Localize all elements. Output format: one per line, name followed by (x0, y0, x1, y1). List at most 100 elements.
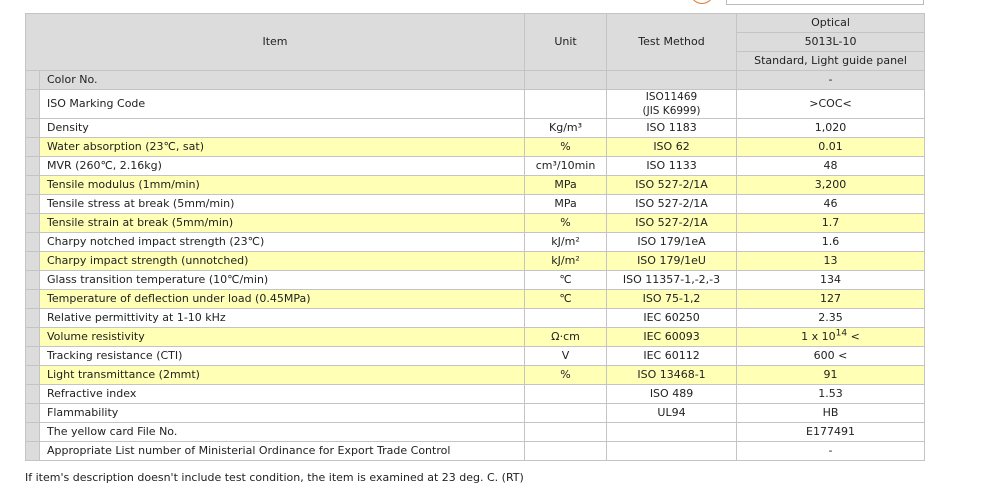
cell-unit: V (524, 346, 608, 366)
row-gutter (25, 251, 40, 271)
cell-test-method: UL94 (606, 403, 738, 423)
cell-test-method (606, 441, 738, 461)
table-row: Color No. - (25, 70, 926, 90)
cell-unit (524, 70, 608, 90)
row-gutter (25, 384, 40, 404)
cell-unit: % (524, 137, 608, 157)
cell-test-method: IEC 60112 (606, 346, 738, 366)
table-row: Temperature of deflection under load (0.… (25, 289, 926, 309)
table-row: ISO Marking Code ISO11469 (JIS K6999) >COC< (25, 89, 926, 119)
row-gutter (25, 137, 40, 157)
row-gutter (25, 327, 40, 347)
cell-unit (524, 422, 608, 442)
table-row: Relative permittivity at 1-10 kHz IEC 602… (25, 308, 926, 328)
cell-unit: % (524, 213, 608, 233)
row-gutter (25, 213, 40, 233)
table-row: Light transmittance (2mmt)% ISO 13468-1 91 (25, 365, 926, 385)
table-row: Charpy impact strength (unnotched) kJ/m² I… (25, 251, 926, 271)
cell-unit: kJ/m² (524, 232, 608, 252)
cell-unit (524, 384, 608, 404)
cell-unit: MPa (524, 194, 608, 214)
value-exponent: 14 (835, 328, 848, 339)
header-grade-desc: Standard, Light guide panel (736, 51, 926, 71)
table-row: Tensile modulus (1mm/min) MPa ISO 527-2/1A… (25, 175, 926, 195)
cell-item: Volume resistivity (38, 327, 526, 347)
row-gutter (25, 70, 40, 90)
cell-value: 1 x 1014 < (736, 327, 926, 347)
header-unit: Unit (524, 13, 608, 71)
cell-test-method: ISO 75-1,2 (606, 289, 738, 309)
cell-value: E177491 (736, 422, 926, 442)
cell-unit: Ω·cm (524, 327, 608, 347)
table-row: Charpy notched impact strength (23℃) kJ/m… (25, 232, 926, 252)
cell-test-method: ISO 489 (606, 384, 738, 404)
search-input-edge[interactable] (726, 0, 924, 5)
table-row: MVR (260℃, 2.16kg) cm³/10min ISO 1133 48 (25, 156, 926, 176)
cell-item: Density (38, 118, 526, 138)
header-grade-name: 5013L-10 (736, 32, 926, 52)
table-row: Flammability UL94 HB (25, 403, 926, 423)
cell-test-method: ISO 1133 (606, 156, 738, 176)
test-method-line: (JIS K6999) (642, 105, 701, 117)
cell-unit: Kg/m³ (524, 118, 608, 138)
row-gutter (25, 346, 40, 366)
cell-value: 1.53 (736, 384, 926, 404)
cell-unit (524, 441, 608, 461)
value-base: 1 x 10 (801, 330, 836, 343)
property-table: Item Unit Test Method Optical 5013L-10 S… (24, 13, 926, 461)
cell-item: Appropriate List number of Ministerial O… (38, 441, 526, 461)
row-gutter (25, 194, 40, 214)
cell-test-method: ISO 527-2/1A (606, 175, 738, 195)
row-gutter (25, 441, 40, 461)
cell-value: 3,200 (736, 175, 926, 195)
cell-value: 1.6 (736, 232, 926, 252)
table-row: Water absorption (23℃, sat)% ISO 62 0.01 (25, 137, 926, 157)
table-row: Volume resistivity Ω·cm IEC 60093 1 x 1014 … (25, 327, 926, 347)
cell-test-method: ISO 527-2/1A (606, 213, 738, 233)
table-row: Tracking resistance (CTI) V IEC 60112 600 < (25, 346, 926, 366)
cell-unit: ℃ (524, 289, 608, 309)
cell-value: - (736, 441, 926, 461)
cell-test-method: ISO 527-2/1A (606, 194, 738, 214)
header-test-method: Test Method (606, 13, 738, 71)
cell-test-method (606, 70, 738, 90)
cell-value: 1.7 (736, 213, 926, 233)
cell-unit (524, 403, 608, 423)
cell-value: 48 (736, 156, 926, 176)
table-row: Glass transition temperature (10℃/min) ℃ I… (25, 270, 926, 290)
row-gutter (25, 365, 40, 385)
cell-value: 0.01 (736, 137, 926, 157)
cell-item: Glass transition temperature (10℃/min) (38, 270, 526, 290)
cell-item: Color No. (38, 70, 526, 90)
cell-item: Flammability (38, 403, 526, 423)
cell-item: Water absorption (23℃, sat) (38, 137, 526, 157)
table-row: Appropriate List number of Ministerial O… (25, 441, 926, 461)
cell-item: ISO Marking Code (38, 89, 526, 119)
row-gutter (25, 89, 40, 119)
row-gutter (25, 156, 40, 176)
cell-unit (524, 89, 608, 119)
cell-test-method: ISO 179/1eA (606, 232, 738, 252)
table-row: Tensile strain at break (5mm/min)% ISO 52… (25, 213, 926, 233)
cell-item: Tracking resistance (CTI) (38, 346, 526, 366)
cell-value: HB (736, 403, 926, 423)
cell-test-method (606, 422, 738, 442)
cell-unit: kJ/m² (524, 251, 608, 271)
row-gutter (25, 422, 40, 442)
cell-value: >COC< (736, 89, 926, 119)
cell-item: Charpy impact strength (unnotched) (38, 251, 526, 271)
cell-item: Temperature of deflection under load (0.… (38, 289, 526, 309)
cell-test-method: IEC 60093 (606, 327, 738, 347)
cell-test-method: ISO 13468-1 (606, 365, 738, 385)
cell-test-method: ISO 62 (606, 137, 738, 157)
cell-item: Tensile modulus (1mm/min) (38, 175, 526, 195)
row-gutter (25, 308, 40, 328)
cell-value: 46 (736, 194, 926, 214)
header-grade-category: Optical (736, 13, 926, 33)
row-gutter (25, 175, 40, 195)
row-gutter (25, 270, 40, 290)
cell-value: 600 < (736, 346, 926, 366)
cell-value: 1,020 (736, 118, 926, 138)
cell-test-method: ISO11469 (JIS K6999) (606, 89, 738, 119)
table-body: Color No. - ISO Marking Code ISO11469 (JIS K… (25, 70, 926, 461)
